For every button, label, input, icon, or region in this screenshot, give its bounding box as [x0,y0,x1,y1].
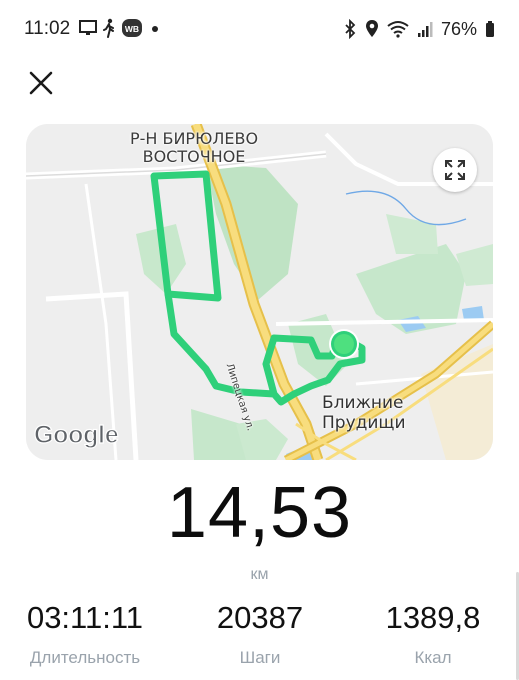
expand-map-button[interactable] [433,148,477,192]
map-canvas [26,124,493,460]
wb-app-icon: WB [122,19,142,37]
status-bar: 11:02 WB 76% [0,0,519,58]
place-label: Ближние Прудищи [322,393,406,433]
distance-unit: км [250,566,269,583]
steps-label: Шаги [239,648,281,667]
duration-label: Длительность [29,648,141,667]
distance-value: 14,53 [166,473,353,553]
calories-value: 1389,8 [385,600,481,635]
expand-icon [445,160,465,180]
google-attribution: Google [33,420,119,449]
district-label: Р-Н БИРЮЛЕВО ВОСТОЧНОЕ [129,129,259,167]
svg-text:WB: WB [125,24,139,34]
calories-label: Ккал [414,648,452,667]
duration-value: 03:11:11 [26,600,144,635]
dot-icon [152,26,158,32]
walking-icon [103,18,114,38]
wifi-icon [387,21,409,38]
steps-value: 20387 [216,600,304,635]
status-time: 11:02 [24,18,71,39]
status-right-group: 76% [343,18,495,40]
stat-steps: 20387 Шаги [175,600,345,668]
signal-icon [417,22,433,37]
battery-icon [486,21,494,37]
monitor-icon [79,20,97,35]
location-icon [365,20,378,37]
battery-percent: 76% [440,18,477,39]
route-map[interactable]: Р-Н БИРЮЛЕВО ВОСТОЧНОЕ Липецкая ул. Ближ… [26,124,493,460]
stat-duration: 03:11:11 Длительность [0,600,170,668]
bluetooth-icon [345,19,356,39]
close-icon [29,71,53,95]
stat-calories: 1389,8 Ккал [348,600,518,668]
close-button[interactable] [24,66,58,100]
